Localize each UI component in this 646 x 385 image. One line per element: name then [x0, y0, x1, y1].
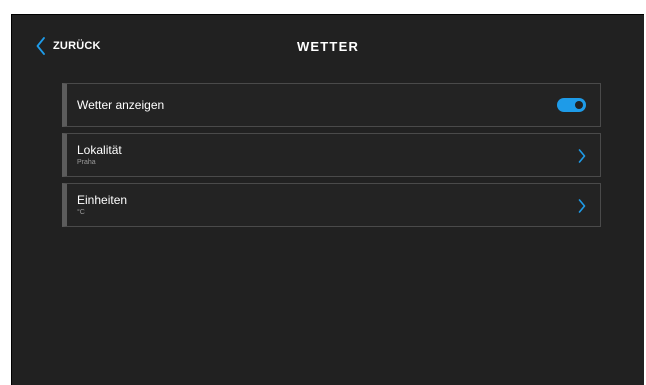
- setting-row-units[interactable]: Einheiten °C: [62, 183, 601, 227]
- setting-value: Praha: [77, 159, 96, 166]
- chevron-right-icon: [578, 199, 586, 213]
- weather-settings-screen: ZURÜCK WETTER Wetter anzeigen Lokalität …: [11, 14, 644, 385]
- setting-label: Einheiten: [77, 193, 128, 207]
- show-weather-toggle[interactable]: [557, 98, 586, 112]
- setting-row-location[interactable]: Lokalität Praha: [62, 133, 601, 177]
- header: ZURÜCK WETTER: [12, 15, 644, 73]
- setting-row-show-weather[interactable]: Wetter anzeigen: [62, 83, 601, 127]
- settings-list: Wetter anzeigen Lokalität Praha Einheite…: [62, 83, 601, 233]
- setting-value: °C: [77, 209, 85, 216]
- page-title: WETTER: [296, 39, 360, 54]
- toggle-knob: [575, 101, 583, 109]
- setting-label: Wetter anzeigen: [77, 98, 165, 112]
- chevron-right-icon: [578, 149, 586, 163]
- setting-label: Lokalität: [77, 143, 122, 157]
